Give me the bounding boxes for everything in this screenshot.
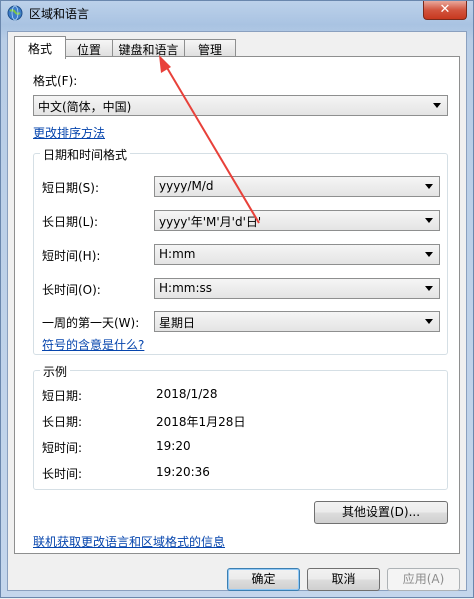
long-date-select[interactable]: yyyy'年'M'月'd'日'	[154, 210, 440, 231]
dialog-client: 格式 位置 键盘和语言 管理 格式(F): 中文(简体，中国) 更改排序方法 日…	[7, 31, 467, 591]
short-date-select[interactable]: yyyy/M/d	[154, 176, 440, 197]
globe-icon	[7, 5, 23, 21]
close-button[interactable]: ✕	[423, 1, 467, 20]
chevron-down-icon	[425, 286, 433, 291]
tab-admin[interactable]: 管理	[184, 39, 236, 57]
example-short-date-value: 2018/1/28	[156, 387, 218, 401]
example-short-time-value: 19:20	[156, 439, 191, 453]
tab-format[interactable]: 格式	[14, 36, 66, 59]
other-settings-button[interactable]: 其他设置(D)...	[314, 501, 448, 524]
tab-label: 管理	[197, 43, 222, 57]
tab-label: 格式	[27, 42, 52, 56]
example-long-date-label: 长日期:	[42, 415, 83, 429]
tab-keyboard-language[interactable]: 键盘和语言	[112, 39, 185, 57]
long-time-select[interactable]: H:mm:ss	[154, 278, 440, 299]
symbol-meaning-link[interactable]: 符号的含意是什么?	[42, 336, 144, 353]
first-day-select[interactable]: 星期日	[154, 311, 440, 332]
format-select[interactable]: 中文(简体，中国)	[33, 95, 448, 116]
cancel-label: 取消	[331, 572, 356, 586]
example-long-date-value: 2018年1月28日	[156, 415, 246, 429]
long-date-value: yyyy'年'M'月'd'日'	[159, 215, 262, 229]
tab-label: 位置	[76, 43, 101, 57]
online-info-link[interactable]: 联机获取更改语言和区域格式的信息	[33, 533, 225, 550]
ok-button[interactable]: 确定	[227, 568, 300, 591]
example-long-time-value: 19:20:36	[156, 465, 210, 479]
first-day-label: 一周的第一天(W):	[42, 316, 140, 330]
example-long-time-label: 长时间:	[42, 467, 83, 481]
cancel-button[interactable]: 取消	[307, 568, 380, 591]
format-panel: 格式(F): 中文(简体，中国) 更改排序方法 日期和时间格式 短日期(S): …	[14, 56, 460, 554]
chevron-down-icon	[425, 184, 433, 189]
apply-label: 应用(A)	[402, 572, 445, 586]
datetime-format-group: 日期和时间格式 短日期(S): yyyy/M/d 长日期(L): yyyy'年'…	[33, 146, 448, 355]
chevron-down-icon	[425, 319, 433, 324]
ok-label: 确定	[251, 572, 276, 586]
long-time-label: 长时间(O):	[42, 283, 101, 297]
title-bar[interactable]: 区域和语言 ✕	[1, 1, 473, 25]
change-sort-link[interactable]: 更改排序方法	[33, 124, 105, 141]
long-date-label: 长日期(L):	[42, 215, 99, 229]
datetime-group-title: 日期和时间格式	[40, 146, 131, 163]
chevron-down-icon	[425, 218, 433, 223]
example-group: 示例 短日期: 2018/1/28 长日期: 2018年1月28日 短时间: 1…	[33, 363, 448, 490]
close-icon: ✕	[439, 2, 451, 17]
tab-label: 键盘和语言	[118, 43, 179, 57]
other-settings-label: 其他设置(D)...	[341, 505, 421, 519]
example-short-date-label: 短日期:	[42, 389, 83, 403]
format-value: 中文(简体，中国)	[38, 100, 132, 114]
long-time-value: H:mm:ss	[159, 281, 212, 295]
window-title: 区域和语言	[29, 7, 90, 21]
example-group-title: 示例	[40, 363, 71, 380]
region-language-window: 区域和语言 ✕ 格式 位置 键盘和语言 管理 格式(F): 中文(简体，中国)	[0, 0, 474, 598]
short-date-value: yyyy/M/d	[159, 179, 214, 193]
example-short-time-label: 短时间:	[42, 441, 83, 455]
short-time-label: 短时间(H):	[42, 249, 101, 263]
short-time-value: H:mm	[159, 247, 196, 261]
tab-location[interactable]: 位置	[65, 39, 113, 57]
short-time-select[interactable]: H:mm	[154, 244, 440, 265]
chevron-down-icon	[425, 252, 433, 257]
first-day-value: 星期日	[159, 316, 196, 330]
format-label: 格式(F):	[33, 74, 78, 88]
chevron-down-icon	[433, 103, 441, 108]
short-date-label: 短日期(S):	[42, 181, 100, 195]
apply-button[interactable]: 应用(A)	[387, 568, 460, 591]
